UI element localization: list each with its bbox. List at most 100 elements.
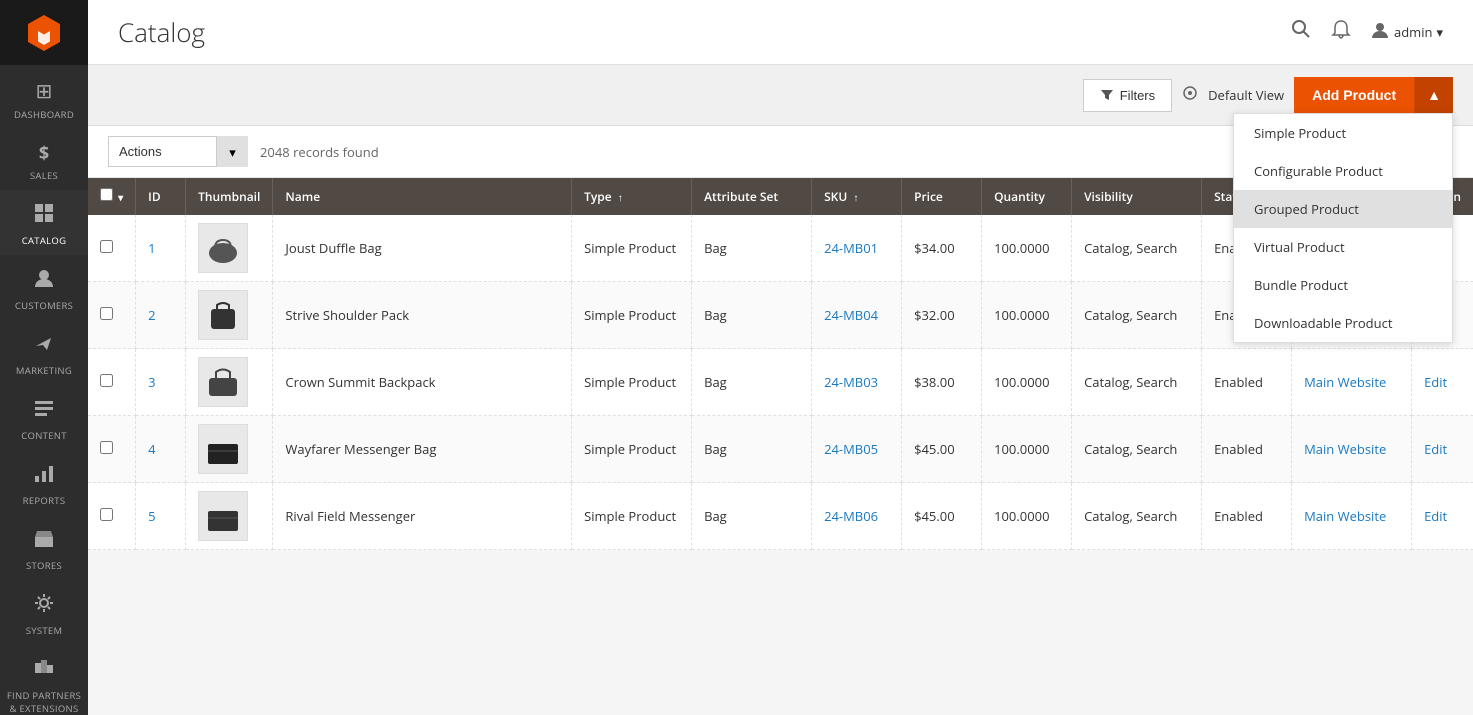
dropdown-bundle-product[interactable]: Bundle Product <box>1234 266 1452 304</box>
cell-type: Simple Product <box>572 349 692 416</box>
dropdown-grouped-product[interactable]: Grouped Product <box>1234 190 1452 228</box>
sidebar-item-sales[interactable]: $ SALES <box>0 129 88 190</box>
catalog-icon <box>33 202 55 230</box>
marketing-icon <box>33 332 55 360</box>
cell-id: 2 <box>136 282 186 349</box>
cell-websites: Main Website <box>1292 416 1412 483</box>
select-all-checkbox[interactable] <box>100 188 113 201</box>
cell-action: Edit <box>1412 349 1473 416</box>
sku-sort-icon: ↑ <box>853 190 858 204</box>
sidebar-item-label: SYSTEM <box>26 624 63 637</box>
sidebar-item-label: MARKETING <box>16 364 72 377</box>
col-header-name[interactable]: Name <box>273 178 572 215</box>
filter-icon <box>1100 88 1114 102</box>
sidebar-item-label: CATALOG <box>22 234 67 247</box>
cell-check <box>88 349 136 416</box>
cell-visibility: Catalog, Search <box>1072 416 1202 483</box>
customers-icon <box>33 267 55 295</box>
filters-button[interactable]: Filters <box>1083 79 1172 112</box>
cell-sku: 24-MB04 <box>812 282 902 349</box>
product-name: Wayfarer Messenger Bag <box>285 440 436 458</box>
product-thumbnail <box>198 223 248 273</box>
add-product-wrapper: Add Product ▲ Simple Product Configurabl… <box>1294 77 1453 113</box>
website-link[interactable]: Main Website <box>1304 373 1386 391</box>
cell-check <box>88 282 136 349</box>
product-thumbnail <box>198 424 248 474</box>
dropdown-simple-product[interactable]: Simple Product <box>1234 114 1452 152</box>
admin-avatar-icon <box>1370 20 1390 44</box>
cell-attr-set: Bag <box>692 349 812 416</box>
cell-sku: 24-MB01 <box>812 215 902 282</box>
admin-user[interactable]: admin ▾ <box>1370 20 1443 44</box>
row-checkbox[interactable] <box>100 374 113 387</box>
main-content: Catalog admin ▾ Filters <box>88 0 1473 715</box>
topbar-right: admin ▾ <box>1290 18 1443 46</box>
sidebar-item-partners[interactable]: FIND PARTNERS & EXTENSIONS <box>0 645 88 715</box>
sidebar-item-label: CONTENT <box>21 429 67 442</box>
row-checkbox[interactable] <box>100 307 113 320</box>
sidebar-item-label: CUSTOMERS <box>15 299 73 312</box>
cell-price: $45.00 <box>902 416 982 483</box>
cell-thumbnail <box>186 483 273 550</box>
dropdown-virtual-product[interactable]: Virtual Product <box>1234 228 1452 266</box>
col-header-sku[interactable]: SKU ↑ <box>812 178 902 215</box>
col-header-type[interactable]: Type ↑ <box>572 178 692 215</box>
cell-type: Simple Product <box>572 282 692 349</box>
cell-thumbnail <box>186 215 273 282</box>
sidebar-item-stores[interactable]: STORES <box>0 515 88 580</box>
cell-name: Joust Duffle Bag <box>273 215 572 282</box>
col-header-attr-set[interactable]: Attribute Set <box>692 178 812 215</box>
edit-link[interactable]: Edit <box>1424 373 1447 391</box>
sidebar-item-catalog[interactable]: CATALOG <box>0 190 88 255</box>
cell-attr-set: Bag <box>692 282 812 349</box>
dropdown-downloadable-product[interactable]: Downloadable Product <box>1234 304 1452 342</box>
row-checkbox[interactable] <box>100 508 113 521</box>
product-thumbnail <box>198 357 248 407</box>
cell-attr-set: Bag <box>692 483 812 550</box>
cell-quantity: 100.0000 <box>982 416 1072 483</box>
col-header-visibility[interactable]: Visibility <box>1072 178 1202 215</box>
sidebar-item-customers[interactable]: CUSTOMERS <box>0 255 88 320</box>
sidebar-item-system[interactable]: SYSTEM <box>0 580 88 645</box>
cell-price: $45.00 <box>902 483 982 550</box>
website-link[interactable]: Main Website <box>1304 507 1386 525</box>
col-header-thumbnail: Thumbnail <box>186 178 273 215</box>
col-header-id[interactable]: ID <box>136 178 186 215</box>
sidebar-item-dashboard[interactable]: ⊞ DASHBOARD <box>0 65 88 129</box>
cell-websites: Main Website <box>1292 483 1412 550</box>
cell-id: 3 <box>136 349 186 416</box>
edit-link[interactable]: Edit <box>1424 507 1447 525</box>
search-icon[interactable] <box>1290 18 1312 46</box>
add-product-dropdown-toggle[interactable]: ▲ <box>1414 77 1453 113</box>
sidebar-item-label: REPORTS <box>23 494 66 507</box>
add-product-button[interactable]: Add Product <box>1294 77 1414 113</box>
content-area: Filters Default View Add Product ▲ Simpl… <box>88 65 1473 715</box>
cell-sku: 24-MB03 <box>812 349 902 416</box>
cell-status: Enabled <box>1202 349 1292 416</box>
dropdown-configurable-product[interactable]: Configurable Product <box>1234 152 1452 190</box>
col-header-quantity[interactable]: Quantity <box>982 178 1072 215</box>
type-sort-icon: ↑ <box>618 190 623 204</box>
cell-id: 5 <box>136 483 186 550</box>
sidebar-item-label: DASHBOARD <box>14 108 74 121</box>
notifications-icon[interactable] <box>1330 18 1352 46</box>
row-checkbox[interactable] <box>100 240 113 253</box>
sidebar-item-content[interactable]: CONTENT <box>0 385 88 450</box>
cell-status: Enabled <box>1202 416 1292 483</box>
edit-link[interactable]: Edit <box>1424 440 1447 458</box>
row-checkbox[interactable] <box>100 441 113 454</box>
columns-icon[interactable] <box>1182 85 1198 106</box>
cell-quantity: 100.0000 <box>982 215 1072 282</box>
sidebar-item-reports[interactable]: REPORTS <box>0 450 88 515</box>
cell-thumbnail <box>186 282 273 349</box>
cell-thumbnail <box>186 349 273 416</box>
actions-left: Actions ▾ 2048 records found <box>108 136 379 167</box>
cell-price: $38.00 <box>902 349 982 416</box>
col-header-price[interactable]: Price <box>902 178 982 215</box>
cell-check <box>88 215 136 282</box>
actions-select[interactable]: Actions <box>108 136 248 167</box>
sidebar-item-marketing[interactable]: MARKETING <box>0 320 88 385</box>
cell-action: Edit <box>1412 416 1473 483</box>
check-dropdown-icon[interactable]: ▾ <box>118 190 123 204</box>
website-link[interactable]: Main Website <box>1304 440 1386 458</box>
